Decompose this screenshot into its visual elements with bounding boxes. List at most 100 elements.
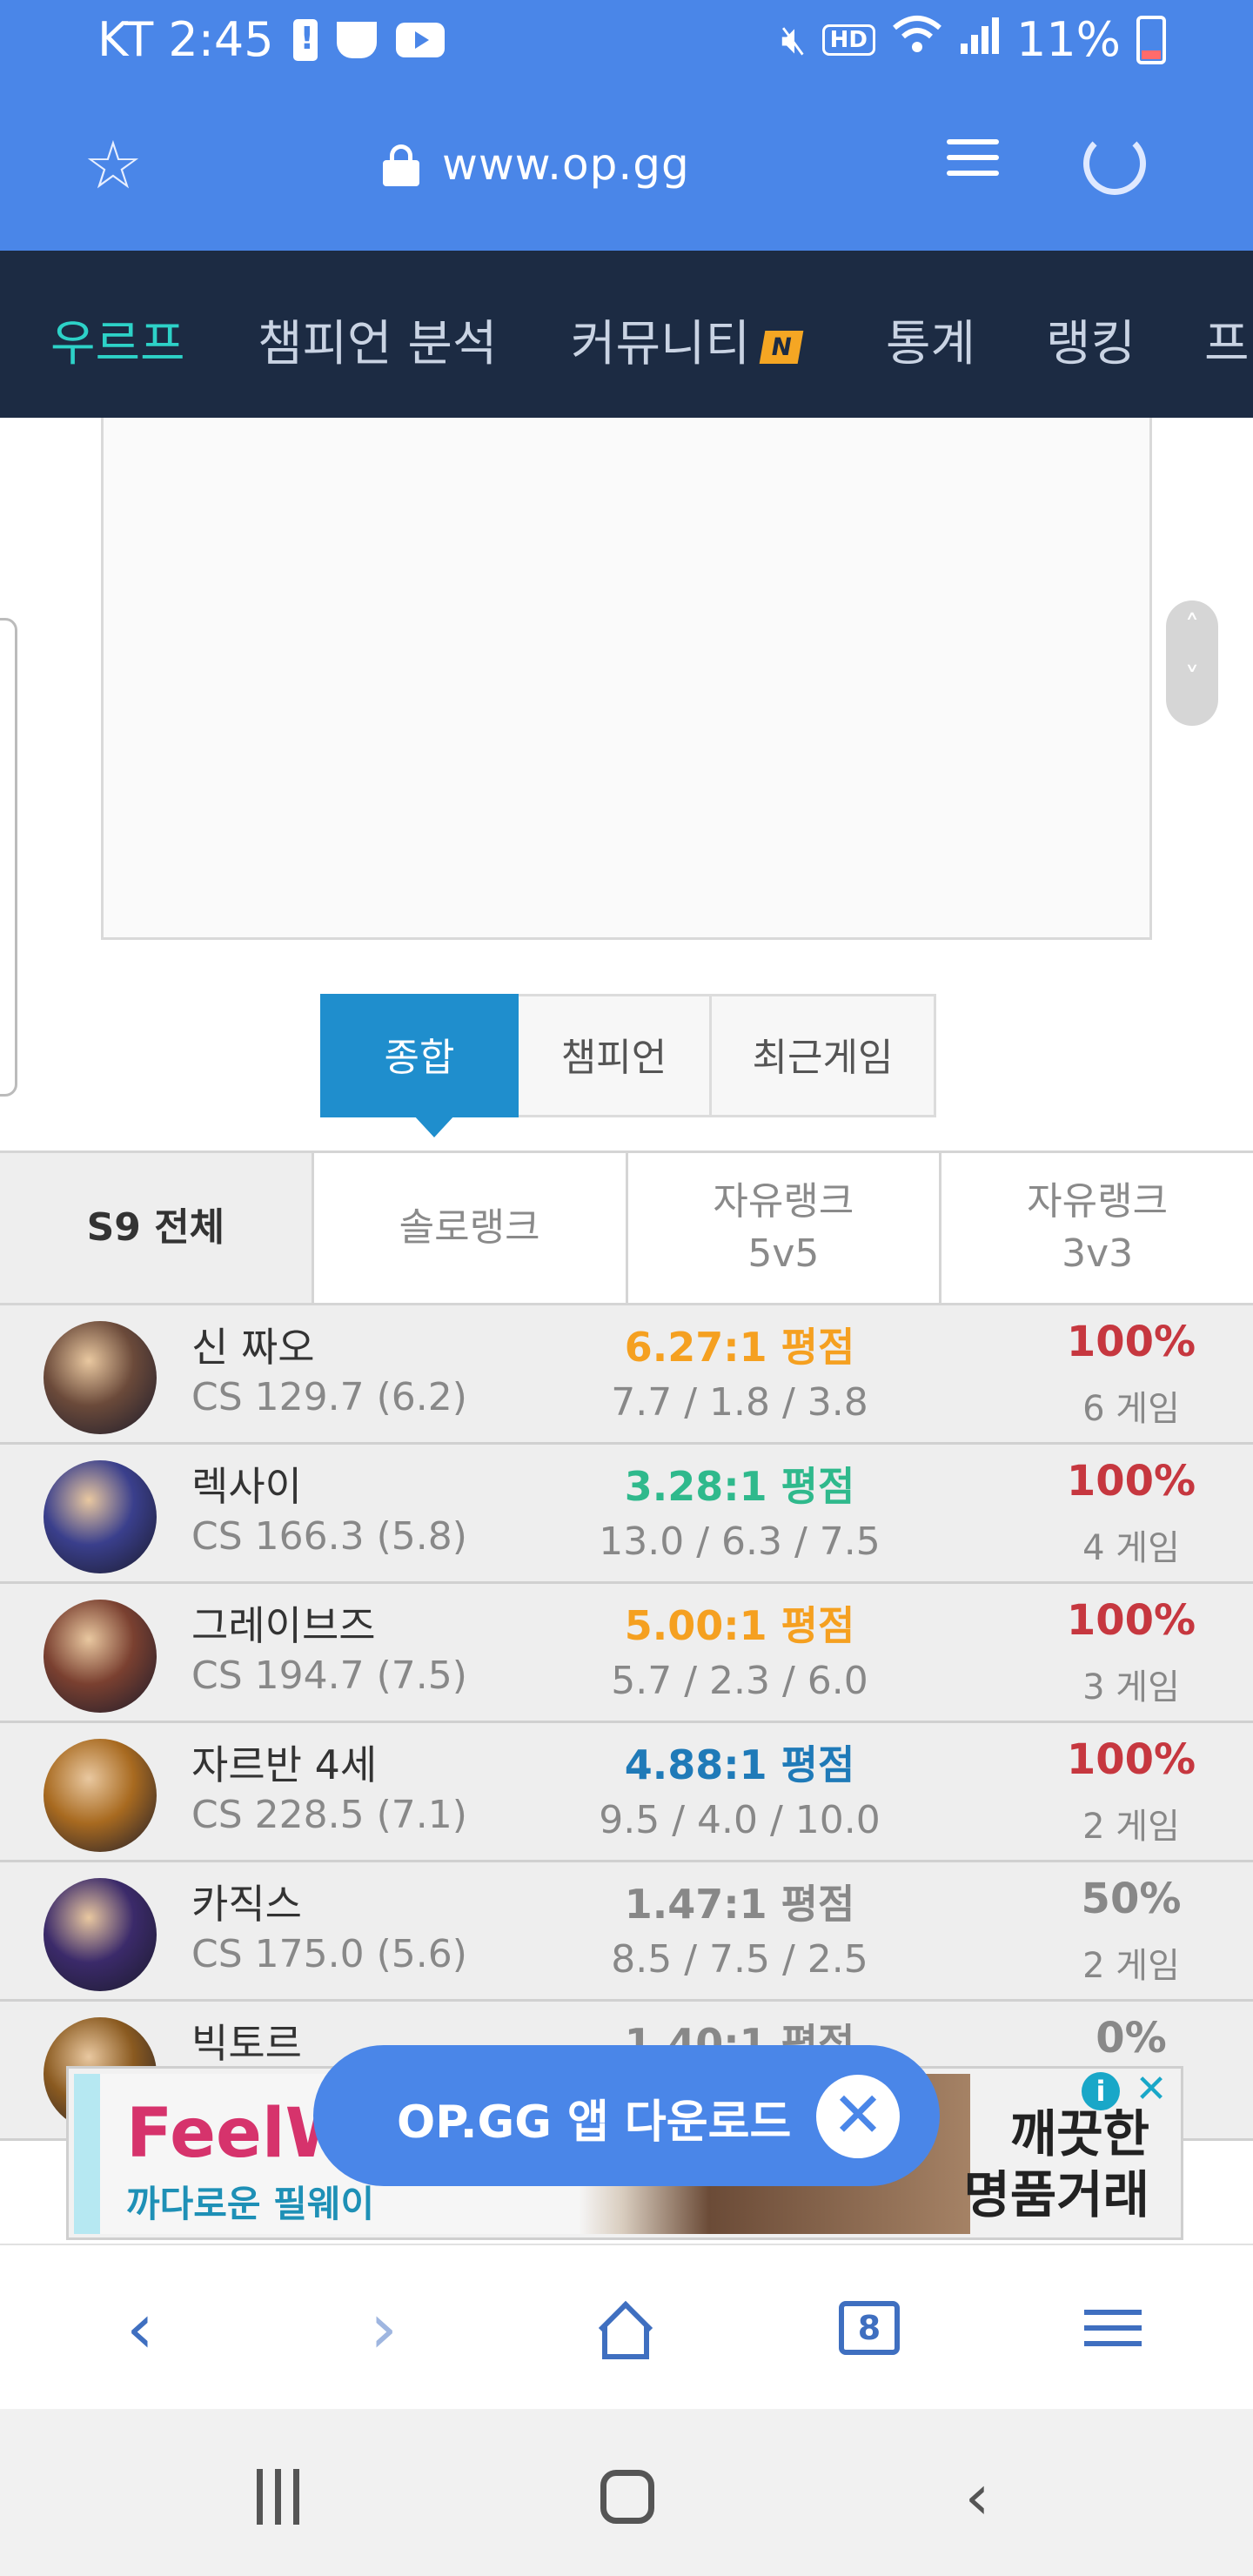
kda-ratio: 6.27:1 평점	[624, 1324, 855, 1371]
back-button[interactable]: ‹	[92, 2280, 188, 2376]
kda-values: 9.5 / 4.0 / 10.0	[599, 1798, 881, 1842]
champion-name: 빅토르	[191, 2020, 302, 2067]
champion-cs: CS 194.7 (7.5)	[191, 1654, 467, 1698]
win-rate: 100%	[1066, 1596, 1196, 1645]
season-tabs: S9 전체 솔로랭크 자유랭크 5v5 자유랭크 3v3	[0, 1150, 1253, 1305]
champion-row[interactable]: 신 짜오 CS 129.7 (6.2) 6.27:1 평점 7.7 / 1.8 / 3…	[0, 1305, 1253, 1445]
left-edge-panel	[0, 618, 17, 1097]
ad-info-icon[interactable]: i	[1082, 2072, 1120, 2110]
tab-champion[interactable]: 챔피언	[519, 994, 712, 1117]
browser-url-bar: ☆ www.op.gg	[0, 87, 1253, 251]
kda-values: 5.7 / 2.3 / 6.0	[611, 1659, 868, 1703]
banner-right-line1: 깨끗한	[1009, 2104, 1149, 2163]
status-bar: KT 2:45 🔇︎ HD 11%	[0, 0, 1253, 87]
season-tab-s9-all[interactable]: S9 전체	[0, 1153, 314, 1303]
ad-placeholder	[101, 418, 1152, 940]
nav-ranking[interactable]: 랭킹	[1046, 305, 1136, 375]
home-icon	[595, 2300, 656, 2359]
view-tabs: 종합 챔피언 최근게임	[320, 994, 936, 1137]
champion-cs: CS 228.5 (7.1)	[191, 1793, 467, 1837]
win-rate: 0%	[1096, 2014, 1167, 2063]
champion-row[interactable]: 렉사이 CS 166.3 (5.8) 3.28:1 평점 13.0 / 6.3 / 7…	[0, 1445, 1253, 1584]
new-badge: N	[759, 330, 804, 364]
app-download-label: OP.GG 앱 다운로드	[397, 2096, 792, 2149]
kda-ratio: 5.00:1 평점	[624, 1602, 855, 1649]
nav-more[interactable]: 프	[1204, 305, 1250, 375]
games-played: 6 게임	[1082, 1389, 1180, 1429]
close-icon[interactable]: ✕	[816, 2075, 900, 2158]
tab-recent-games[interactable]: 최근게임	[712, 994, 936, 1117]
banner-right-text: 깨끗한 명품거래	[964, 2103, 1149, 2225]
refresh-icon[interactable]	[1083, 132, 1146, 195]
android-back-button[interactable]: ‹	[938, 2458, 1016, 2536]
nav-statistics[interactable]: 통계	[886, 305, 975, 375]
menu-button[interactable]	[1065, 2280, 1161, 2376]
youtube-icon	[395, 22, 445, 57]
status-bar-left: KT 2:45	[97, 12, 445, 67]
nav-community[interactable]: 커뮤니티 N	[571, 305, 804, 375]
champion-name: 자르반 4세	[191, 1741, 378, 1788]
champion-name: 그레이브즈	[191, 1602, 376, 1649]
champion-name: 신 짜오	[191, 1324, 315, 1371]
champion-row[interactable]: 카직스 CS 175.0 (5.6) 1.47:1 평점 8.5 / 7.5 / 2.…	[0, 1862, 1253, 2002]
ad-close-icon[interactable]: ✕	[1132, 2070, 1170, 2109]
banner-subtitle: 까다로운 필웨이	[126, 2183, 375, 2225]
chevron-up-icon: ˄	[1184, 609, 1200, 644]
android-nav-bar: ‹	[0, 2409, 1253, 2576]
page-content: ˄ ˅ 종합 챔피언 최근게임 S9 전체 솔로랭크 자유랭크 5v5 자유랭크…	[0, 418, 1253, 2244]
season-tab-flex-3v3[interactable]: 자유랭크 3v3	[941, 1153, 1253, 1303]
champion-avatar	[44, 1739, 157, 1852]
season-tab-label: S9 전체	[86, 1205, 225, 1250]
season-tab-label: 자유랭크	[713, 1179, 854, 1224]
url-text: www.op.gg	[442, 139, 690, 190]
kda-values: 7.7 / 1.8 / 3.8	[611, 1380, 868, 1425]
champion-list: 신 짜오 CS 129.7 (6.2) 6.27:1 평점 7.7 / 1.8 / 3…	[0, 1305, 1253, 2141]
kda-ratio: 1.47:1 평점	[624, 1881, 855, 1928]
kda-values: 8.5 / 7.5 / 2.5	[611, 1937, 868, 1982]
status-bar-right: 🔇︎ HD 11%	[781, 12, 1166, 67]
banner-strip	[74, 2074, 100, 2234]
back-chevron-icon: ‹	[964, 2460, 990, 2533]
forward-button[interactable]: ›	[336, 2280, 432, 2376]
browser-bottom-bar: ‹ › 8	[0, 2244, 1253, 2409]
home-button[interactable]	[578, 2280, 673, 2376]
champion-avatar	[44, 1600, 157, 1713]
season-tab-flex-5v5[interactable]: 자유랭크 5v5	[627, 1153, 942, 1303]
site-nav: 우르프 챔피언 분석 커뮤니티 N 통계 랭킹 프	[0, 251, 1253, 418]
nav-urf[interactable]: 우르프	[50, 305, 185, 375]
wifi-icon	[891, 12, 943, 67]
chevron-right-icon: ›	[370, 2287, 398, 2369]
battery-alert-icon	[292, 18, 318, 61]
address-field[interactable]: www.op.gg	[383, 139, 690, 190]
champion-name: 카직스	[191, 1881, 302, 1928]
tabs-icon: 8	[839, 2301, 900, 2355]
recents-button[interactable]	[238, 2458, 317, 2536]
season-tab-solo[interactable]: 솔로랭크	[313, 1153, 628, 1303]
reader-mode-icon[interactable]	[947, 139, 999, 191]
champion-avatar	[44, 1878, 157, 1991]
chevron-down-icon: ˅	[1184, 661, 1200, 696]
lock-icon	[383, 144, 419, 186]
win-rate: 100%	[1066, 1735, 1196, 1784]
android-home-button[interactable]	[588, 2458, 667, 2536]
hd-icon: HD	[821, 23, 875, 56]
app-download-banner[interactable]: OP.GG 앱 다운로드 ✕	[313, 2045, 940, 2186]
champion-avatar	[44, 1321, 157, 1434]
tab-summary[interactable]: 종합	[320, 994, 519, 1137]
win-rate: 100%	[1066, 1457, 1196, 1506]
champion-row[interactable]: 그레이브즈 CS 194.7 (7.5) 5.00:1 평점 5.7 / 2.3 / …	[0, 1584, 1253, 1723]
champion-avatar	[44, 1460, 157, 1573]
games-played: 2 게임	[1082, 1807, 1180, 1847]
nav-community-label: 커뮤니티	[571, 316, 751, 372]
season-tab-label: 솔로랭크	[399, 1205, 540, 1250]
champion-row[interactable]: 자르반 4세 CS 228.5 (7.1) 4.88:1 평점 9.5 / 4.0 /…	[0, 1723, 1253, 1862]
nav-champion-analysis[interactable]: 챔피언 분석	[258, 305, 497, 375]
mute-icon: 🔇︎	[781, 15, 807, 63]
games-played: 4 게임	[1082, 1528, 1180, 1568]
bookmark-star-icon[interactable]: ☆	[78, 131, 148, 200]
tabs-button[interactable]: 8	[821, 2280, 917, 2376]
scroll-handle[interactable]: ˄ ˅	[1166, 600, 1218, 726]
chevron-left-icon: ‹	[126, 2287, 154, 2369]
season-tab-sublabel: 3v3	[1062, 1231, 1134, 1276]
signal-icon	[959, 12, 1001, 67]
